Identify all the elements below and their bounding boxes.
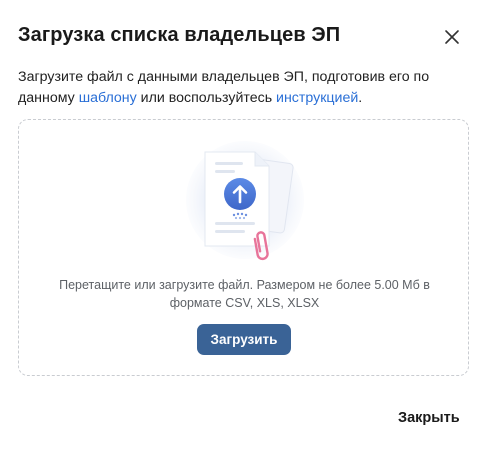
- upload-hint-line: Перетащите или загрузите файл. Размером …: [59, 278, 430, 292]
- close-button[interactable]: [440, 25, 464, 49]
- upload-hint-formats: формате CSV, XLS, XLSX: [169, 296, 320, 310]
- upload-owners-dialog: Загрузка списка владельцев ЭП Загрузите …: [0, 0, 485, 455]
- description-text-end: .: [358, 90, 363, 106]
- file-upload-icon: [186, 141, 304, 261]
- file-dropzone[interactable]: Перетащите или загрузите файл. Размером …: [18, 119, 469, 376]
- upload-hint: Перетащите или загрузите файл. Размером …: [19, 276, 470, 312]
- upload-button[interactable]: Загрузить: [197, 324, 291, 355]
- instruction-link[interactable]: инструкцией: [276, 90, 358, 106]
- template-link[interactable]: шаблону: [79, 90, 137, 106]
- dialog-title: Загрузка списка владельцев ЭП: [18, 24, 341, 46]
- close-dialog-button[interactable]: Закрыть: [398, 410, 460, 426]
- description-text-middle: или воспользуйтесь: [136, 90, 277, 106]
- close-icon: [445, 30, 459, 44]
- dialog-description: Загрузите файл с данными владельцев ЭП, …: [18, 67, 458, 109]
